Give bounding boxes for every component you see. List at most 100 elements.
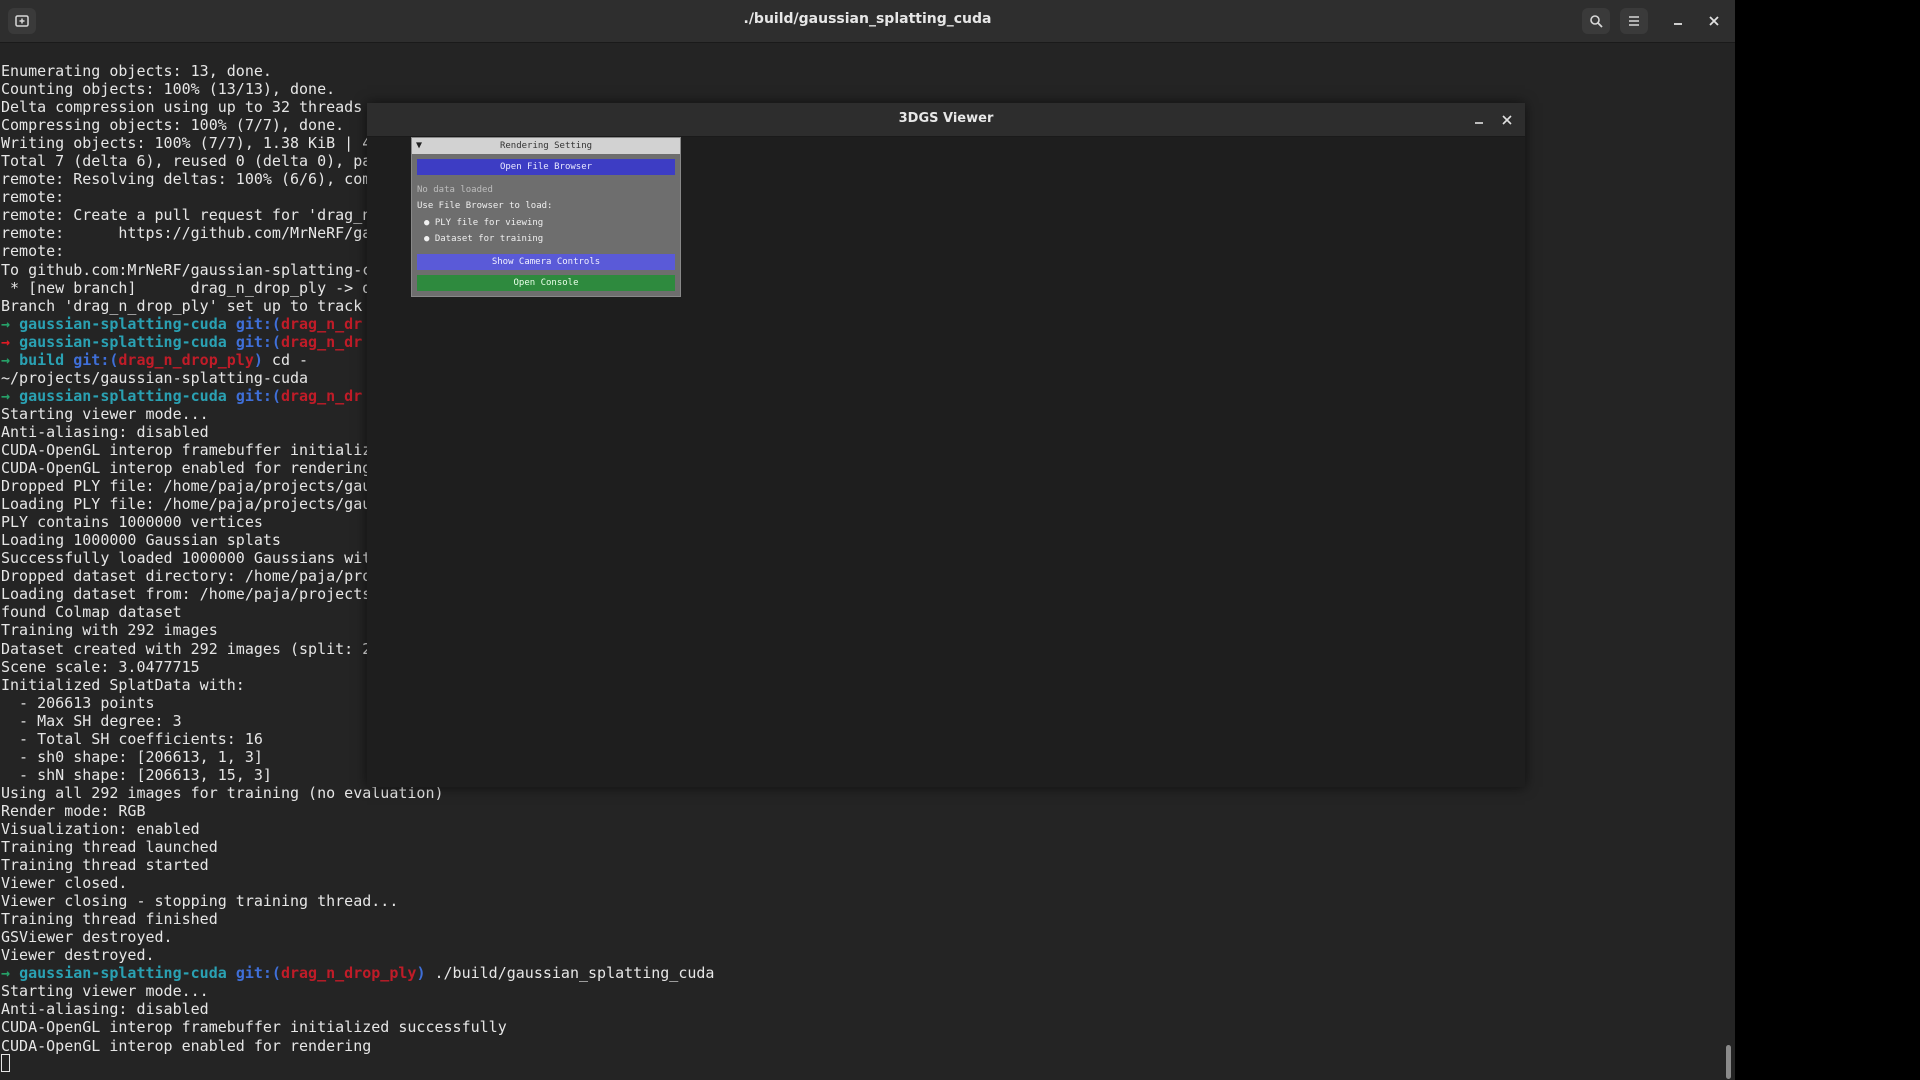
terminal-text: Total 7 (delta 6), reused 0 (delta 0), p… <box>1 152 372 171</box>
terminal-text: → <box>1 350 20 369</box>
terminal-text: - Max SH degree: 3 <box>1 711 182 730</box>
terminal-line: Training thread started <box>1 856 714 874</box>
data-status-text: No data loaded <box>417 185 493 195</box>
scrollbar-track[interactable] <box>1722 44 1732 1080</box>
terminal-text: gaussian-splatting-cuda <box>19 314 236 333</box>
terminal-line: Training thread launched <box>1 838 714 856</box>
terminal-text: build <box>19 350 74 369</box>
minimize-icon <box>1475 122 1483 124</box>
terminal-text: remote: Create a pull request for 'drag_… <box>1 206 372 225</box>
open-console-button[interactable]: Open Console <box>417 275 675 291</box>
panel-header[interactable]: ▼ Rendering Setting <box>412 138 680 154</box>
terminal-text: Compressing objects: 100% (7/7), done. <box>1 116 345 135</box>
terminal-text: Starting viewer mode... <box>1 982 209 1001</box>
terminal-line: Viewer closed. <box>1 874 714 892</box>
terminal-text: drag_n_drop_ply <box>280 964 417 983</box>
viewer-minimize-button[interactable] <box>1469 110 1489 130</box>
close-button[interactable] <box>1700 8 1728 34</box>
terminal-line: Visualization: enabled <box>1 820 714 838</box>
terminal-text: Training with 292 images <box>1 621 218 640</box>
terminal-text: GSViewer destroyed. <box>1 928 173 947</box>
terminal-text: git:( <box>235 332 281 351</box>
terminal-text: Anti-aliasing: disabled <box>1 422 209 441</box>
viewer-close-button[interactable] <box>1497 110 1517 130</box>
terminal-text: Initialized SplatData with: <box>1 675 245 694</box>
terminal-text: - shN shape: [206613, 15, 3] <box>1 765 272 784</box>
terminal-titlebar: ./build/gaussian_splatting_cuda <box>0 0 1735 43</box>
terminal-text: Scene scale: 3.0477715 <box>1 657 200 676</box>
scrollbar-thumb[interactable] <box>1726 1045 1731 1079</box>
terminal-text: gaussian-splatting-cuda <box>19 964 236 983</box>
terminal-text: Counting objects: 100% (13/13), done. <box>1 80 336 99</box>
load-hint-text: Use File Browser to load: <box>417 201 553 211</box>
terminal-text: Viewer closing - stopping training threa… <box>1 892 399 911</box>
terminal-text: → <box>1 314 20 333</box>
terminal-text: CUDA-OpenGL interop enabled for renderin… <box>1 1036 372 1055</box>
open-file-browser-button[interactable]: Open File Browser <box>417 159 675 175</box>
bullet-item: ● Dataset for training <box>424 234 544 244</box>
terminal-text: Delta compression using up to 32 threads <box>1 98 363 117</box>
terminal-text: found Colmap dataset <box>1 603 182 622</box>
terminal-text: → <box>1 964 20 983</box>
terminal-text: Viewer closed. <box>1 874 128 893</box>
terminal-text: Starting viewer mode... <box>1 404 209 423</box>
show-camera-controls-button[interactable]: Show Camera Controls <box>417 254 675 270</box>
terminal-text: remote: <box>1 188 65 207</box>
terminal-line: Viewer closing - stopping training threa… <box>1 892 714 910</box>
hamburger-icon <box>1629 16 1639 26</box>
bullet-label: Dataset for training <box>434 234 544 244</box>
close-icon <box>1709 16 1719 26</box>
bullet-item: ● PLY file for viewing <box>424 218 544 228</box>
terminal-text: ~/projects/gaussian-splatting-cuda <box>1 368 309 387</box>
terminal-text: git:( <box>235 964 281 983</box>
terminal-text: CUDA-OpenGL interop framebuffer initiali… <box>1 1018 507 1037</box>
minimize-button[interactable] <box>1664 8 1692 34</box>
terminal-text: drag_n_dr <box>280 386 363 405</box>
terminal-text: * [new branch] drag_n_drop_ply -> d <box>1 278 372 297</box>
terminal-text: gaussian-splatting-cuda <box>19 386 236 405</box>
terminal-text: Dropped dataset directory: /home/paja/pr… <box>1 567 372 586</box>
terminal-text: CUDA-OpenGL interop enabled for renderin… <box>1 459 372 478</box>
terminal-text: To github.com:MrNeRF/gaussian-splatting-… <box>1 260 372 279</box>
terminal-text: Writing objects: 100% (7/7), 1.38 KiB | … <box>1 134 372 153</box>
terminal-text: PLY contains 1000000 vertices <box>1 513 263 532</box>
viewer-title: 3DGS Viewer <box>898 111 994 126</box>
terminal-line: CUDA-OpenGL interop framebuffer initiali… <box>1 1018 714 1036</box>
minimize-icon <box>1674 23 1682 25</box>
terminal-text: Successfully loaded 1000000 Gaussians wi… <box>1 549 372 568</box>
terminal-line: Enumerating objects: 13, done. <box>1 62 714 80</box>
terminal-text: Dropped PLY file: /home/paja/projects/ga… <box>1 477 372 496</box>
terminal-line: Starting viewer mode... <box>1 982 714 1000</box>
terminal-text: drag_n_dr <box>280 314 363 333</box>
terminal-line: → gaussian-splatting-cuda git:(drag_n_dr… <box>1 964 714 982</box>
terminal-text: cd - <box>262 350 309 369</box>
search-icon <box>1590 15 1603 28</box>
terminal-text: remote: Resolving deltas: 100% (6/6), co… <box>1 170 372 189</box>
terminal-text: Loading dataset from: /home/paja/project… <box>1 585 372 604</box>
terminal-text: → <box>1 386 20 405</box>
rendering-settings-panel: ▼ Rendering Setting Open File Browser No… <box>411 137 681 297</box>
terminal-text: Branch 'drag_n_drop_ply' set up to track <box>1 296 372 315</box>
menu-button[interactable] <box>1620 8 1648 34</box>
terminal-line: Training thread finished <box>1 910 714 928</box>
panel-title: Rendering Setting <box>499 141 593 151</box>
terminal-text: Loading 1000000 Gaussian splats <box>1 531 281 550</box>
viewer-titlebar: 3DGS Viewer <box>367 103 1525 137</box>
terminal-line: Counting objects: 100% (13/13), done. <box>1 80 714 98</box>
terminal-line: GSViewer destroyed. <box>1 928 714 946</box>
terminal-text: git:( <box>73 350 119 369</box>
terminal-text: Training thread started <box>1 856 209 875</box>
terminal-text: remote: <box>1 242 65 261</box>
terminal-text: → <box>1 332 20 351</box>
search-button[interactable] <box>1582 8 1610 34</box>
terminal-text: remote: https://github.com/MrNeRF/ga <box>1 224 372 243</box>
bullet-label: PLY file for viewing <box>434 218 544 228</box>
terminal-line: CUDA-OpenGL interop enabled for renderin… <box>1 1037 714 1055</box>
terminal-text: Enumerating objects: 13, done. <box>1 62 272 80</box>
terminal-text: Loading PLY file: /home/paja/projects/ga… <box>1 495 372 514</box>
close-icon <box>1502 115 1512 125</box>
terminal-text: git:( <box>235 314 281 333</box>
terminal-text: - Total SH coefficients: 16 <box>1 729 263 748</box>
terminal-text: CUDA-OpenGL interop framebuffer initiali… <box>1 440 372 459</box>
terminal-text: drag_n_drop_ply <box>118 350 254 369</box>
